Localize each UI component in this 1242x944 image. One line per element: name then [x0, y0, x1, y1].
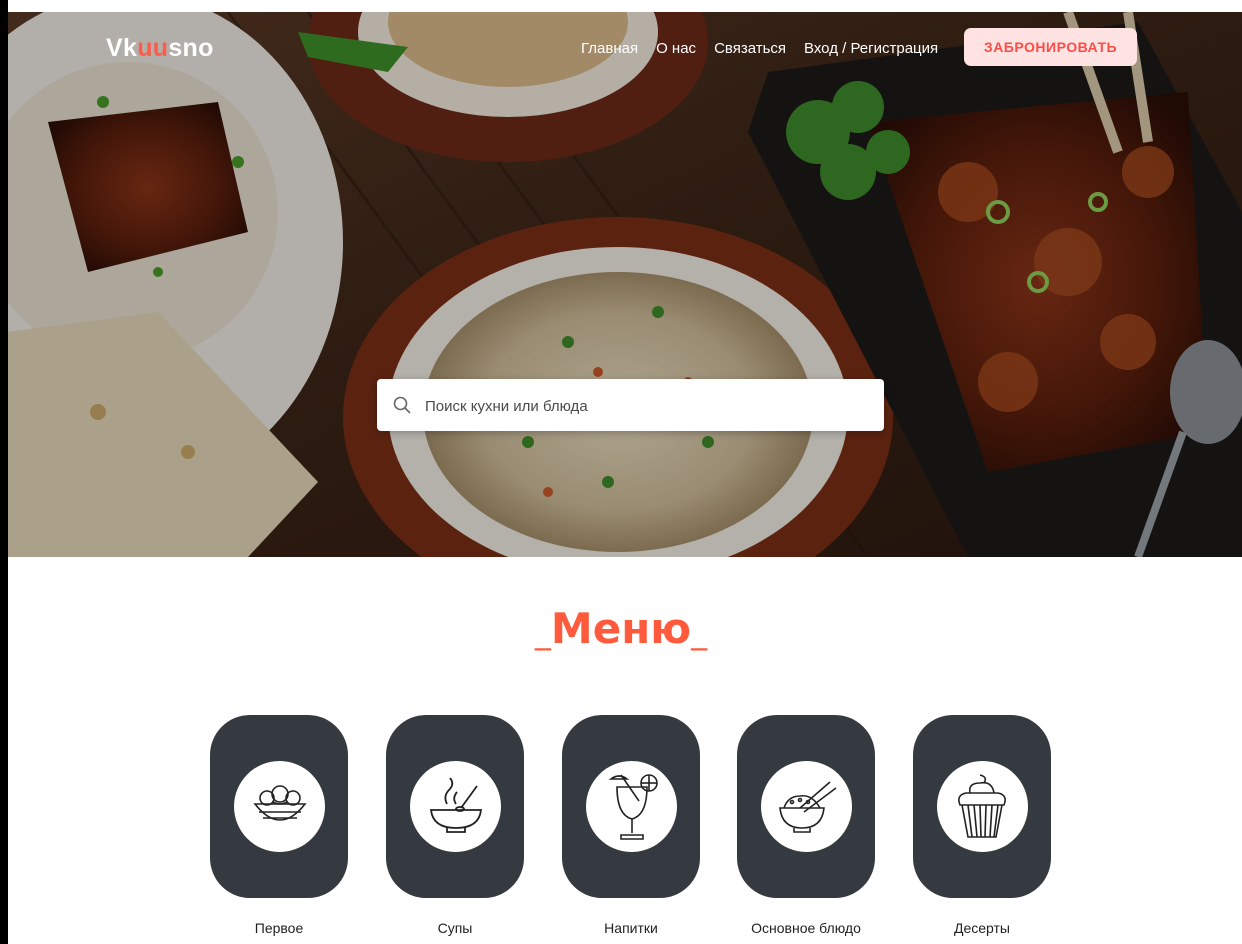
nav-link-about[interactable]: О нас: [656, 40, 696, 57]
rice-bowl-icon: [778, 780, 836, 833]
cupcake-icon: [957, 773, 1006, 838]
category-label: Супы: [437, 920, 473, 936]
category-icon-circle: [937, 761, 1028, 852]
category-card[interactable]: [913, 715, 1051, 898]
category-drinks[interactable]: Напитки: [561, 715, 701, 936]
category-card[interactable]: [210, 715, 348, 898]
category-icon-circle: [234, 761, 325, 852]
category-icon-circle: [761, 761, 852, 852]
soup-bowl-icon: [429, 776, 482, 833]
nav-link-contact[interactable]: Связаться: [714, 40, 786, 57]
search-icon: [393, 396, 411, 414]
hero-section: Vkuusno Главная О нас Связаться Вход / Р…: [8, 12, 1242, 557]
category-label: Основное блюдо: [751, 920, 861, 936]
nav-link-home[interactable]: Главная: [581, 40, 638, 57]
menu-title-suffix: _: [691, 613, 708, 651]
nav-link-login[interactable]: Вход / Регистрация: [804, 40, 938, 57]
logo-suffix: sno: [168, 34, 214, 62]
site-logo[interactable]: Vkuusno: [106, 34, 214, 63]
category-icon-circle: [410, 761, 501, 852]
menu-title-prefix: _: [534, 613, 551, 651]
page-top-strip: [0, 0, 1242, 12]
category-label: Первое: [254, 920, 304, 936]
category-soups[interactable]: Супы: [385, 715, 525, 936]
category-main-course[interactable]: Основное блюдо: [736, 715, 876, 936]
menu-title-text: Меню: [550, 604, 692, 653]
logo-prefix: Vk: [106, 34, 138, 62]
category-desserts[interactable]: Десерты: [912, 715, 1052, 936]
category-label: Десерты: [953, 920, 1010, 936]
category-card[interactable]: [386, 715, 524, 898]
category-label: Напитки: [604, 920, 658, 936]
logo-accent: uu: [137, 34, 169, 62]
page-left-border: [0, 0, 8, 944]
search-bar[interactable]: [377, 379, 884, 433]
hero-overlay: [8, 12, 1242, 557]
search-input[interactable]: [423, 379, 867, 433]
menu-heading: _Меню_: [0, 604, 1242, 653]
category-starters[interactable]: Первое: [209, 715, 349, 936]
navbar: Vkuusno Главная О нас Связаться Вход / Р…: [8, 12, 1242, 82]
cocktail-icon: [608, 773, 658, 840]
book-table-button[interactable]: ЗАБРОНИРОВАТЬ: [964, 28, 1137, 66]
main-nav: Главная О нас Связаться Вход / Регистрац…: [581, 40, 938, 57]
category-icon-circle: [586, 761, 677, 852]
category-card[interactable]: [562, 715, 700, 898]
category-card[interactable]: [737, 715, 875, 898]
salad-icon: [252, 784, 307, 821]
